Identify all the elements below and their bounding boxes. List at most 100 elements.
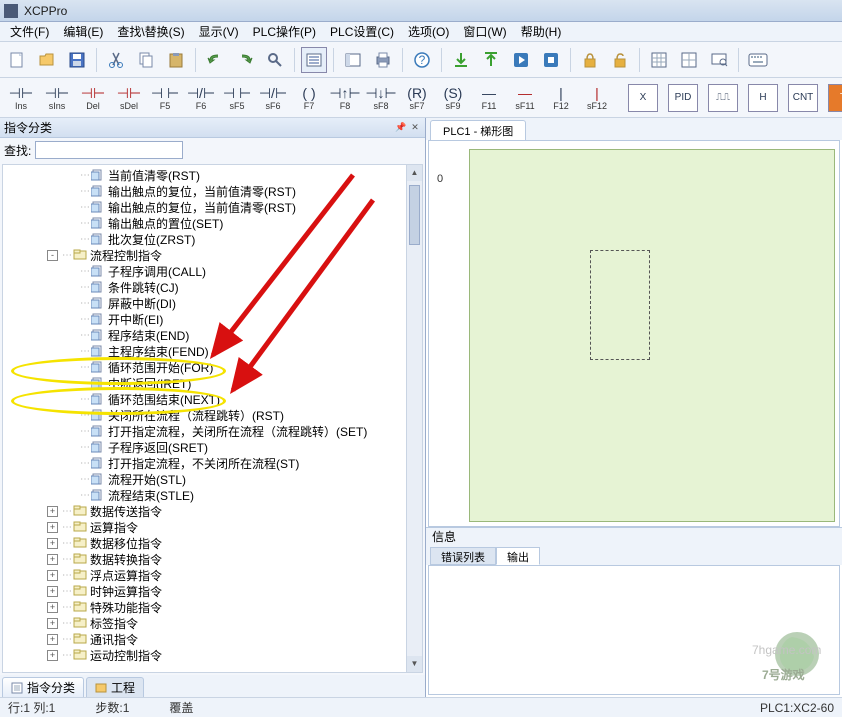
ladder-editor[interactable]: 0 bbox=[428, 140, 840, 527]
tree-item[interactable]: -⋯流程控制指令 bbox=[3, 247, 422, 263]
instr-right-3[interactable]: H bbox=[748, 84, 778, 112]
instr-sins[interactable]: ⊣⊢sIns bbox=[42, 81, 72, 115]
upload-button[interactable] bbox=[478, 47, 504, 73]
tree-item[interactable]: ⋯流程结束(STLE) bbox=[3, 487, 422, 503]
tree-item[interactable]: ⋯输出触点的复位，当前值清零(RST) bbox=[3, 183, 422, 199]
instr-f12[interactable]: |F12 bbox=[546, 81, 576, 115]
copy-button[interactable] bbox=[133, 47, 159, 73]
redo-button[interactable] bbox=[232, 47, 258, 73]
close-icon[interactable]: ✕ bbox=[409, 122, 421, 134]
tree-item[interactable]: +⋯数据移位指令 bbox=[3, 535, 422, 551]
instr-f6[interactable]: ⊣/⊢F6 bbox=[186, 81, 216, 115]
instr-right-1[interactable]: PID bbox=[668, 84, 698, 112]
menu-file[interactable]: 文件(F) bbox=[4, 21, 55, 42]
tree-item[interactable]: ⋯输出触点的置位(SET) bbox=[3, 215, 422, 231]
find-button[interactable] bbox=[262, 47, 288, 73]
menu-plc-set[interactable]: PLC设置(C) bbox=[324, 21, 400, 42]
instr-del[interactable]: ⊣⊢Del bbox=[78, 81, 108, 115]
tree-item[interactable]: ⋯批次复位(ZRST) bbox=[3, 231, 422, 247]
tab-project[interactable]: 工程 bbox=[86, 677, 144, 697]
monitor-button[interactable] bbox=[706, 47, 732, 73]
tree-item[interactable]: +⋯特殊功能指令 bbox=[3, 599, 422, 615]
tree-item[interactable]: +⋯浮点运算指令 bbox=[3, 567, 422, 583]
tree-item[interactable]: ⋯主程序结束(FEND) bbox=[3, 343, 422, 359]
instr-sf5[interactable]: ⊣ ⊢sF5 bbox=[222, 81, 252, 115]
menu-edit[interactable]: 编辑(E) bbox=[57, 21, 109, 42]
instr-sf12[interactable]: |sF12 bbox=[582, 81, 612, 115]
search-input[interactable] bbox=[35, 141, 183, 159]
instr-right-0[interactable]: X bbox=[628, 84, 658, 112]
tree-item[interactable]: +⋯标签指令 bbox=[3, 615, 422, 631]
menu-help[interactable]: 帮助(H) bbox=[515, 21, 568, 42]
instr-sf8[interactable]: ⊣↓⊢sF8 bbox=[366, 81, 396, 115]
expand-icon[interactable]: + bbox=[47, 634, 58, 645]
instr-right-5[interactable]: T bbox=[828, 84, 842, 112]
tree-item[interactable]: +⋯数据转换指令 bbox=[3, 551, 422, 567]
tree-item[interactable]: ⋯中断返回(IRET) bbox=[3, 375, 422, 391]
tree-item[interactable]: +⋯运动控制指令 bbox=[3, 647, 422, 663]
instr-ins[interactable]: ⊣⊢Ins bbox=[6, 81, 36, 115]
instr-right-4[interactable]: CNT bbox=[788, 84, 818, 112]
expand-icon[interactable]: + bbox=[47, 538, 58, 549]
tree-item[interactable]: +⋯通讯指令 bbox=[3, 631, 422, 647]
help-button[interactable]: ? bbox=[409, 47, 435, 73]
expand-icon[interactable]: + bbox=[47, 554, 58, 565]
paste-button[interactable] bbox=[163, 47, 189, 73]
tree-item[interactable]: ⋯关闭所在流程（流程跳转）(RST) bbox=[3, 407, 422, 423]
tree-item[interactable]: ⋯打开指定流程，关闭所在流程（流程跳转）(SET) bbox=[3, 423, 422, 439]
grid2-button[interactable] bbox=[676, 47, 702, 73]
expand-icon[interactable]: + bbox=[47, 650, 58, 661]
expand-icon[interactable]: + bbox=[47, 506, 58, 517]
instr-sf6[interactable]: ⊣/⊢sF6 bbox=[258, 81, 288, 115]
expand-icon[interactable]: - bbox=[47, 250, 58, 261]
tree-item[interactable]: ⋯输出触点的复位，当前值清零(RST) bbox=[3, 199, 422, 215]
instr-f8[interactable]: ⊣↑⊢F8 bbox=[330, 81, 360, 115]
instr-sdel[interactable]: ⊣⊢sDel bbox=[114, 81, 144, 115]
keyboard-button[interactable] bbox=[745, 47, 771, 73]
menu-option[interactable]: 选项(O) bbox=[402, 21, 455, 42]
menu-find[interactable]: 查找\替换(S) bbox=[111, 21, 190, 42]
run-button[interactable] bbox=[508, 47, 534, 73]
pin-icon[interactable]: 📌 bbox=[395, 122, 407, 134]
instr-sf7[interactable]: (R)sF7 bbox=[402, 81, 432, 115]
menu-window[interactable]: 窗口(W) bbox=[457, 21, 512, 42]
tree-item[interactable]: ⋯当前值清零(RST) bbox=[3, 167, 422, 183]
tree-item[interactable]: ⋯条件跳转(CJ) bbox=[3, 279, 422, 295]
tree-item[interactable]: ⋯子程序调用(CALL) bbox=[3, 263, 422, 279]
save-button[interactable] bbox=[64, 47, 90, 73]
lock-button[interactable] bbox=[577, 47, 603, 73]
list-view-button[interactable] bbox=[340, 47, 366, 73]
instr-f7[interactable]: ( )F7 bbox=[294, 81, 324, 115]
expand-icon[interactable]: + bbox=[47, 586, 58, 597]
expand-icon[interactable]: + bbox=[47, 570, 58, 581]
expand-icon[interactable]: + bbox=[47, 522, 58, 533]
grid1-button[interactable] bbox=[646, 47, 672, 73]
undo-button[interactable] bbox=[202, 47, 228, 73]
expand-icon[interactable]: + bbox=[47, 618, 58, 629]
stop-button[interactable] bbox=[538, 47, 564, 73]
tree-item[interactable]: ⋯循环范围开始(FOR) bbox=[3, 359, 422, 375]
print-button[interactable] bbox=[370, 47, 396, 73]
tree-item[interactable]: ⋯子程序返回(SRET) bbox=[3, 439, 422, 455]
instr-sf9[interactable]: (S)sF9 bbox=[438, 81, 468, 115]
expand-icon[interactable]: + bbox=[47, 602, 58, 613]
tree-item[interactable]: ⋯流程开始(STL) bbox=[3, 471, 422, 487]
tree-item[interactable]: +⋯时钟运算指令 bbox=[3, 583, 422, 599]
download-button[interactable] bbox=[448, 47, 474, 73]
instr-f5[interactable]: ⊣ ⊢F5 bbox=[150, 81, 180, 115]
tree-item[interactable]: ⋯程序结束(END) bbox=[3, 327, 422, 343]
cut-button[interactable] bbox=[103, 47, 129, 73]
tab-output[interactable]: 输出 bbox=[496, 547, 540, 565]
tab-instructions[interactable]: 指令分类 bbox=[2, 677, 84, 697]
ladder-canvas[interactable] bbox=[469, 149, 835, 522]
tree-item[interactable]: ⋯开中断(EI) bbox=[3, 311, 422, 327]
tree-item[interactable]: ⋯屏蔽中断(DI) bbox=[3, 295, 422, 311]
tree-item[interactable]: +⋯运算指令 bbox=[3, 519, 422, 535]
unlock-button[interactable] bbox=[607, 47, 633, 73]
tab-errors[interactable]: 错误列表 bbox=[430, 547, 496, 565]
tree-item[interactable]: ⋯打开指定流程，不关闭所在流程(ST) bbox=[3, 455, 422, 471]
instr-right-2[interactable]: ⎍⎍ bbox=[708, 84, 738, 112]
instr-f11[interactable]: —F11 bbox=[474, 81, 504, 115]
instr-sf11[interactable]: —sF11 bbox=[510, 81, 540, 115]
tree-scrollbar[interactable]: ▲ ▼ bbox=[406, 165, 422, 672]
